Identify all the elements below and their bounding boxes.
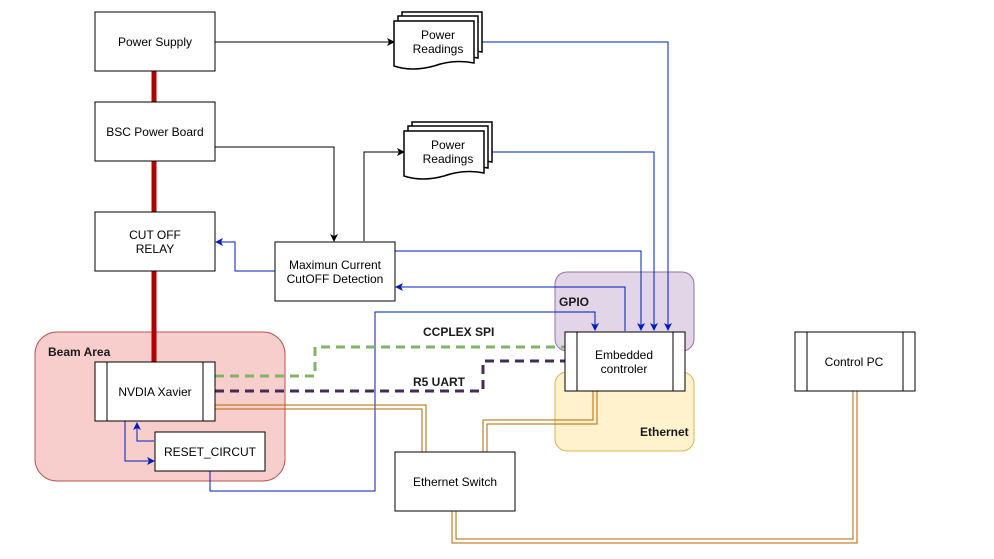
edge-bsc-to-maxcurrent <box>215 146 338 242</box>
cut-off-relay-label-line1: CUT OFF <box>129 228 181 242</box>
block-diagram: Beam Area GPIO Ethernet CCPLEX SPI R5 UA… <box>34 11 916 544</box>
ethernet-switch-label: Ethernet Switch <box>413 475 497 489</box>
nvidia-xavier-node[interactable]: NVDIA Xavier <box>94 361 216 422</box>
ethernet-switch-node[interactable]: Ethernet Switch <box>394 451 516 512</box>
power-readings-2-node[interactable]: Power Readings <box>403 121 493 180</box>
control-pc-node[interactable]: Control PC <box>794 331 916 392</box>
edge-maxcurrent-to-readings2 <box>363 148 405 241</box>
embedded-controller-node[interactable]: Embedded controler <box>564 331 686 392</box>
power-supply-label: Power Supply <box>118 35 192 49</box>
cut-off-relay-node[interactable]: CUT OFF RELAY <box>94 211 216 272</box>
nvidia-xavier-label: NVDIA Xavier <box>118 385 191 399</box>
embedded-controller-line1: Embedded <box>595 348 653 362</box>
control-pc-label: Control PC <box>825 355 884 369</box>
max-current-detection-node[interactable]: Maximun Current CutOFF Detection <box>274 241 396 302</box>
ccplex-spi-label: CCPLEX SPI <box>423 325 494 339</box>
ethernet-group-label: Ethernet <box>640 425 689 439</box>
power-readings-2-line2: Readings <box>423 152 474 166</box>
power-supply-node[interactable]: Power Supply <box>94 11 216 72</box>
power-readings-2-line1: Power <box>431 138 465 152</box>
cut-off-relay-label-line2: RELAY <box>136 242 174 256</box>
power-readings-1-line1: Power <box>421 28 455 42</box>
r5-uart-label: R5 UART <box>413 375 466 389</box>
power-readings-1-node[interactable]: Power Readings <box>393 11 483 70</box>
edge-maxcurrent-to-relay <box>215 238 275 272</box>
max-current-label-line2: CutOFF Detection <box>287 272 384 286</box>
power-readings-1-line2: Readings <box>413 42 464 56</box>
gpio-group-label: GPIO <box>559 295 589 309</box>
bsc-power-board-node[interactable]: BSC Power Board <box>94 101 216 162</box>
beam-area-label: Beam Area <box>48 345 111 359</box>
reset-circuit-label: RESET_CIRCUT <box>164 445 257 459</box>
bsc-power-board-label: BSC Power Board <box>106 125 203 139</box>
reset-circuit-node[interactable]: RESET_CIRCUT <box>154 431 266 472</box>
max-current-label-line1: Maximun Current <box>289 258 382 272</box>
embedded-controller-line2: controler <box>601 362 648 376</box>
